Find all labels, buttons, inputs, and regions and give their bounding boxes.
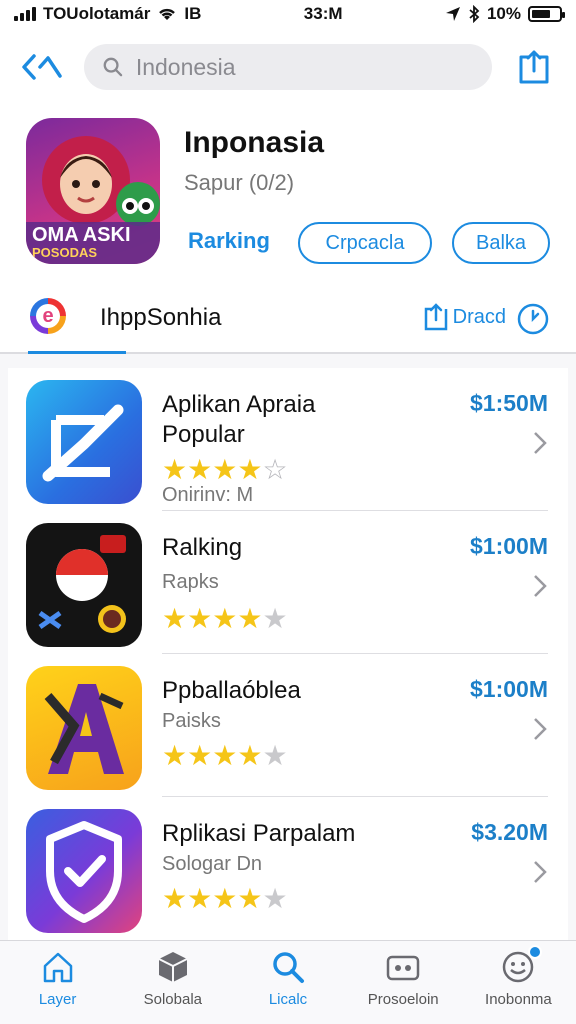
app-name: Ralking <box>162 534 243 561</box>
back-button[interactable] <box>18 47 66 87</box>
tab-label: Licalc <box>268 991 308 1008</box>
tab-prosoeloin[interactable]: Prosoeloin <box>346 941 461 1024</box>
list-item[interactable]: Ppballaóblea Paisks ★ ★ ★ ★ ★ $1:00M <box>8 654 568 797</box>
app-title: Inponasia <box>184 126 325 159</box>
app-icon[interactable]: OMA ASKI POSODAS <box>26 118 160 264</box>
network-label: IB <box>184 4 202 23</box>
share-icon <box>424 303 447 331</box>
letter-a-app-icon <box>26 666 142 790</box>
section-tab-indicator <box>28 351 126 354</box>
house-icon <box>43 952 72 983</box>
app-price: $1:00M <box>470 676 548 702</box>
star-rating: ★ ★ ★ ★ ★ <box>162 603 288 634</box>
brand-logo-icon: e <box>30 298 66 334</box>
shield-app-icon <box>26 809 142 933</box>
cube-icon <box>158 952 188 982</box>
tab-inobonma[interactable]: Inobonma <box>461 941 576 1024</box>
share-button[interactable] <box>510 43 558 91</box>
search-input[interactable] <box>135 53 474 81</box>
app-name: Aplikan Apraia <box>162 391 316 418</box>
section-action-label: Dracd <box>452 305 506 328</box>
navigation-bar <box>0 28 576 106</box>
tab-label: Inobonma <box>485 991 552 1008</box>
tab-bar: Layer Solobala Licalc Prosoeloin Inobonm… <box>0 940 576 1024</box>
search-icon <box>273 952 304 983</box>
star-rating: ★ ★ ★ ★ ☆ <box>162 454 288 485</box>
app-icon-subtext: POSODAS <box>32 245 98 260</box>
tab-label: Layer <box>38 991 77 1008</box>
tab-label: Solobala <box>143 991 202 1008</box>
game-controller-icon <box>386 955 420 981</box>
app-price: $1:50M <box>470 390 548 416</box>
ranking-link[interactable]: Rarking <box>188 228 270 254</box>
star-rating: ★ ★ ★ ★ ★ <box>162 740 288 771</box>
location-icon <box>445 7 460 21</box>
clock: 33:M <box>303 4 343 23</box>
app-subtitle: Paisks <box>162 710 221 732</box>
battery-icon <box>527 6 565 22</box>
app-price: $3.20M <box>471 819 548 845</box>
notification-badge <box>528 945 543 959</box>
tab-licalc[interactable]: Licalc <box>230 941 345 1024</box>
section-title[interactable]: IhppSonhia <box>100 304 221 332</box>
search-icon <box>103 57 123 77</box>
back-pill-button[interactable]: Balka <box>452 222 550 264</box>
star-rating: ★ ★ ★ ★ ★ <box>162 883 288 914</box>
app-icon-text: OMA ASKI <box>32 224 131 246</box>
chevron-right-icon <box>534 861 547 883</box>
app-subtitle: Onirinv: M <box>162 484 254 506</box>
tab-layer[interactable]: Layer <box>0 941 115 1024</box>
battery-percent: 10% <box>486 4 521 23</box>
carrier-label: TOUolotamár <box>43 4 151 23</box>
tab-solobala[interactable]: Solobala <box>115 941 230 1024</box>
chevron-right-icon <box>534 432 547 454</box>
wifi-icon <box>159 8 176 20</box>
chevron-right-icon <box>534 575 547 597</box>
search-bar[interactable] <box>84 44 492 90</box>
signal-icon <box>14 7 36 21</box>
status-bar: TOUolotamár IB 33:M 10% <box>0 0 576 28</box>
chevron-left-icon <box>22 54 62 80</box>
bluetooth-icon <box>469 5 480 23</box>
pokeball-app-icon <box>26 523 142 647</box>
app-name: Ppballaóblea <box>162 677 301 704</box>
app-list: Aplikan Apraia Popular ★ ★ ★ ★ ☆ Onirinv: M … <box>8 368 568 940</box>
share-icon <box>519 50 549 84</box>
list-item[interactable]: Aplikan Apraia Popular ★ ★ ★ ★ ☆ Onirinv: M … <box>8 368 568 511</box>
clock-icon[interactable] <box>516 302 550 336</box>
app-name: Rplikasi Parpalam <box>162 820 356 847</box>
tab-label: Prosoeloin <box>367 991 439 1008</box>
category-button[interactable]: Crpcacla <box>298 222 432 264</box>
list-item[interactable]: Ralking Rapks ★ ★ ★ ★ ★ $1:00M <box>8 511 568 654</box>
chevron-right-icon <box>534 718 547 740</box>
app-price: $1:00M <box>470 533 548 559</box>
app-subtitle: Sapur (0/2) <box>184 170 295 195</box>
checkmark-app-icon <box>26 380 142 504</box>
app-name-line2: Popular <box>162 421 245 448</box>
app-subtitle: Rapks <box>162 571 219 593</box>
section-header: e IhppSonhia Dracd <box>0 286 576 354</box>
list-item[interactable]: Rplikasi Parpalam Sologar Dn ★ ★ ★ ★ ★ $3.20… <box>8 797 568 940</box>
app-header: OMA ASKI POSODAS Inponasia Sapur (0/2) R… <box>0 106 576 286</box>
section-share-button[interactable]: Dracd <box>423 302 506 332</box>
app-subtitle: Sologar Dn <box>162 853 263 875</box>
